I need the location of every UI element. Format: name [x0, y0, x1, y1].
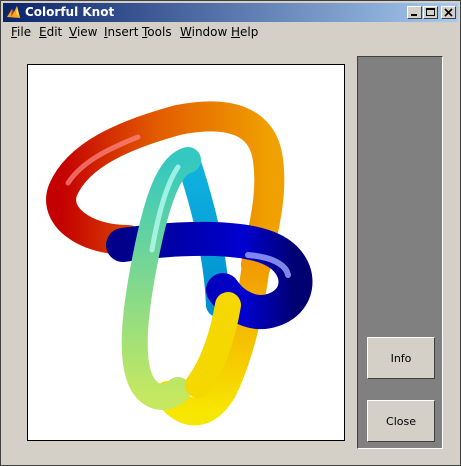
title-bar[interactable]: Colorful Knot: [3, 3, 458, 22]
menu-window[interactable]: Window: [180, 25, 227, 40]
menu-window-rest: indow: [191, 25, 228, 39]
info-button[interactable]: Info: [367, 337, 435, 379]
menu-bar: File Edit View Insert Tools Window Help: [3, 23, 458, 42]
minimize-icon: [411, 14, 417, 16]
menu-help-rest: elp: [240, 25, 259, 39]
control-panel: Info Close: [357, 56, 443, 449]
menu-file[interactable]: File: [11, 25, 31, 40]
knot-segment-cyan-green: [121, 147, 201, 410]
figure-window: Colorful Knot File Edit View Insert Tool…: [0, 0, 461, 466]
menu-edit[interactable]: Edit: [39, 25, 62, 40]
menu-tools-rest: ools: [147, 25, 172, 39]
menu-file-rest: ile: [17, 25, 32, 39]
menu-insert[interactable]: Insert: [104, 25, 138, 40]
close-button[interactable]: Close: [367, 400, 435, 442]
menu-view-mnemonic: V: [69, 25, 77, 39]
menu-view[interactable]: View: [69, 25, 97, 40]
menu-window-mnemonic: W: [180, 25, 192, 39]
menu-help-mnemonic: H: [231, 25, 241, 39]
knot-plot[interactable]: [28, 65, 344, 440]
maximize-button[interactable]: [423, 6, 438, 19]
axes-canvas[interactable]: [27, 64, 345, 441]
close-window-button[interactable]: [441, 6, 456, 19]
menu-edit-mnemonic: E: [39, 25, 47, 39]
menu-edit-rest: dit: [46, 25, 63, 39]
window-title: Colorful Knot: [25, 5, 115, 19]
minimize-button[interactable]: [407, 6, 422, 19]
menu-insert-rest: nsert: [107, 25, 139, 39]
menu-view-rest: iew: [76, 25, 98, 39]
menu-help[interactable]: Help: [231, 25, 258, 40]
maximize-icon: [426, 8, 435, 16]
close-icon: [444, 8, 453, 17]
matlab-icon: [7, 6, 20, 18]
menu-tools[interactable]: Tools: [142, 25, 172, 40]
